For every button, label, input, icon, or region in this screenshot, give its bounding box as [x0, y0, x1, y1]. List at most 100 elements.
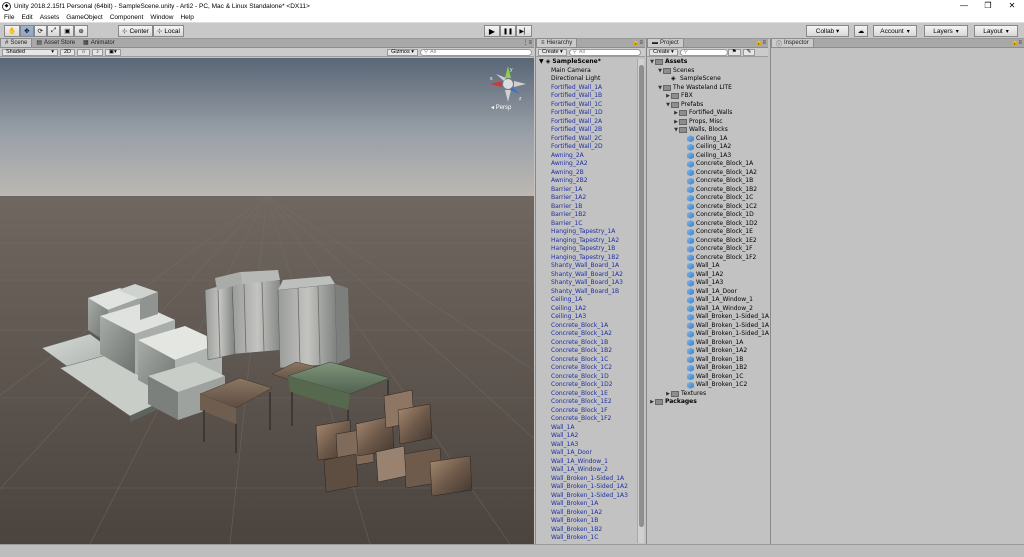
- tab-asset-store[interactable]: ▤ Asset Store: [32, 38, 79, 47]
- project-prefab-item[interactable]: Concrete_Block_1E: [647, 228, 769, 237]
- project-folder-item[interactable]: ▼ Walls, Blocks: [647, 126, 769, 135]
- hierarchy-prefab-item[interactable]: Ceiling_1A2: [536, 305, 636, 314]
- transform-tool-icon[interactable]: ⊕: [74, 25, 88, 37]
- hierarchy-prefab-item[interactable]: Concrete_Block_1E: [536, 390, 636, 399]
- menu-assets[interactable]: Assets: [40, 14, 60, 21]
- tab-project[interactable]: ▬ Project: [647, 38, 684, 47]
- hierarchy-prefab-item[interactable]: Concrete_Block_1F: [536, 407, 636, 416]
- gizmos-dropdown[interactable]: Gizmos ▾: [387, 48, 418, 56]
- filter-label-icon[interactable]: ✎: [742, 48, 756, 56]
- effects-dropdown-icon[interactable]: ▣▾: [104, 48, 121, 56]
- scene-root-item[interactable]: ▼ ◈ SampleScene*: [536, 58, 636, 67]
- hierarchy-item[interactable]: Directional Light: [536, 75, 636, 84]
- menu-file[interactable]: File: [4, 14, 14, 21]
- project-prefab-item[interactable]: Concrete_Block_1B: [647, 177, 769, 186]
- hierarchy-prefab-item[interactable]: Wall_1A_Window_1: [536, 458, 636, 467]
- maximize-button[interactable]: ❒: [976, 0, 1000, 12]
- project-folder-item[interactable]: ▶ Props, Misc: [647, 118, 769, 127]
- hierarchy-prefab-item[interactable]: Concrete_Block_1D2: [536, 381, 636, 390]
- hierarchy-prefab-item[interactable]: Barrier_1B: [536, 203, 636, 212]
- hierarchy-prefab-item[interactable]: Shanty_Wall_Board_1A: [536, 262, 636, 271]
- pause-button[interactable]: ❚❚: [500, 25, 516, 37]
- hierarchy-prefab-item[interactable]: Fortified_Wall_2C: [536, 135, 636, 144]
- project-search-input[interactable]: ⚲: [679, 48, 728, 56]
- project-prefab-item[interactable]: Wall_1A_Window_1: [647, 296, 769, 305]
- project-create-button[interactable]: Create ▾: [649, 48, 678, 56]
- hierarchy-prefab-item[interactable]: Awning_2B: [536, 169, 636, 178]
- account-dropdown[interactable]: Account: [873, 25, 917, 37]
- project-prefab-item[interactable]: Wall_Broken_1A2: [647, 347, 769, 356]
- project-prefab-item[interactable]: Wall_Broken_1C: [647, 373, 769, 382]
- project-prefab-item[interactable]: Wall_1A3: [647, 279, 769, 288]
- hierarchy-prefab-item[interactable]: Wall_1A3: [536, 441, 636, 450]
- hand-tool-icon[interactable]: ✋: [4, 25, 21, 37]
- hierarchy-prefab-item[interactable]: Awning_2A2: [536, 160, 636, 169]
- tab-inspector[interactable]: ⓘ Inspector: [771, 38, 814, 48]
- menu-component[interactable]: Component: [110, 14, 144, 21]
- project-scene-item[interactable]: ◈ SampleScene: [647, 75, 769, 84]
- hierarchy-prefab-item[interactable]: Wall_Broken_1A2: [536, 509, 636, 518]
- scene-search-input[interactable]: ⚲ All: [420, 48, 532, 56]
- hierarchy-prefab-item[interactable]: Shanty_Wall_Board_1B: [536, 288, 636, 297]
- hierarchy-prefab-item[interactable]: Concrete_Block_1B: [536, 339, 636, 348]
- project-folder-item[interactable]: ▶ FBX: [647, 92, 769, 101]
- close-button[interactable]: ✕: [1000, 0, 1024, 12]
- shading-dropdown[interactable]: Shaded ▾: [2, 48, 58, 56]
- hierarchy-prefab-item[interactable]: Hanging_Tapestry_1A2: [536, 237, 636, 246]
- filter-type-icon[interactable]: ⚑: [727, 48, 741, 56]
- project-prefab-item[interactable]: Concrete_Block_1F2: [647, 254, 769, 263]
- project-prefab-item[interactable]: Concrete_Block_1D2: [647, 220, 769, 229]
- menu-help[interactable]: Help: [180, 14, 193, 21]
- hierarchy-prefab-item[interactable]: Hanging_Tapestry_1A: [536, 228, 636, 237]
- rect-tool-icon[interactable]: ▣: [60, 25, 75, 37]
- hierarchy-prefab-item[interactable]: Hanging_Tapestry_1B: [536, 245, 636, 254]
- step-button[interactable]: ▶▏: [516, 25, 532, 37]
- hierarchy-prefab-item[interactable]: Barrier_1A: [536, 186, 636, 195]
- project-prefab-item[interactable]: Ceiling_1A2: [647, 143, 769, 152]
- project-folder-item[interactable]: ▼ The Wasteland LITE: [647, 84, 769, 93]
- hierarchy-prefab-item[interactable]: Concrete_Block_1D: [536, 373, 636, 382]
- hierarchy-prefab-item[interactable]: Fortified_Wall_1B: [536, 92, 636, 101]
- hierarchy-prefab-item[interactable]: Wall_1A2: [536, 432, 636, 441]
- project-prefab-item[interactable]: Wall_Broken_1B: [647, 356, 769, 365]
- pivot-local-button[interactable]: ⊹ Local: [152, 25, 184, 37]
- tab-animator[interactable]: ▦ Animator: [79, 38, 119, 47]
- hierarchy-prefab-item[interactable]: Hanging_Tapestry_1B2: [536, 254, 636, 263]
- hierarchy-lock-icon[interactable]: 🔒≡: [632, 39, 643, 48]
- hierarchy-prefab-item[interactable]: Wall_Broken_1-Sided_1A3: [536, 492, 636, 501]
- hierarchy-prefab-item[interactable]: Wall_Broken_1C: [536, 534, 636, 543]
- tab-hierarchy[interactable]: ≡ Hierarchy: [536, 38, 578, 47]
- minimize-button[interactable]: —: [952, 0, 976, 12]
- hierarchy-search-input[interactable]: ⚲ All: [568, 48, 641, 56]
- hierarchy-prefab-item[interactable]: Wall_Broken_1A: [536, 500, 636, 509]
- project-prefab-item[interactable]: Wall_1A_Door: [647, 288, 769, 297]
- hierarchy-scrollbar[interactable]: [637, 59, 644, 543]
- cloud-icon[interactable]: ☁: [854, 25, 868, 37]
- camera-mode-label[interactable]: ◂ Persp: [491, 104, 511, 111]
- hierarchy-prefab-item[interactable]: Fortified_Wall_1A: [536, 84, 636, 93]
- hierarchy-prefab-item[interactable]: Wall_Broken_1-Sided_1A2: [536, 483, 636, 492]
- project-folder-item[interactable]: ▶ Textures: [647, 390, 769, 399]
- hierarchy-prefab-item[interactable]: Fortified_Wall_1D: [536, 109, 636, 118]
- project-folder-item[interactable]: ▼ Assets: [647, 58, 769, 67]
- project-prefab-item[interactable]: Wall_Broken_1-Sided_1A: [647, 322, 769, 331]
- project-prefab-item[interactable]: Wall_Broken_1C2: [647, 381, 769, 390]
- project-prefab-item[interactable]: Concrete_Block_1F: [647, 245, 769, 254]
- scene-viewport[interactable]: y x z ◂ Persp: [0, 58, 534, 544]
- hierarchy-prefab-item[interactable]: Concrete_Block_1C2: [536, 364, 636, 373]
- hierarchy-prefab-item[interactable]: Fortified_Wall_2B: [536, 126, 636, 135]
- hierarchy-prefab-item[interactable]: Barrier_1A2: [536, 194, 636, 203]
- hierarchy-prefab-item[interactable]: Shanty_Wall_Board_1A2: [536, 271, 636, 280]
- menu-window[interactable]: Window: [150, 14, 173, 21]
- project-prefab-item[interactable]: Concrete_Block_1B2: [647, 186, 769, 195]
- project-prefab-item[interactable]: Concrete_Block_1D: [647, 211, 769, 220]
- hierarchy-prefab-item[interactable]: Fortified_Wall_1C: [536, 101, 636, 110]
- lighting-toggle-icon[interactable]: ☼: [77, 48, 91, 56]
- project-prefab-item[interactable]: Concrete_Block_1C: [647, 194, 769, 203]
- tab-scene[interactable]: # Scene: [0, 38, 33, 47]
- hierarchy-prefab-item[interactable]: Fortified_Wall_2A: [536, 118, 636, 127]
- project-folder-item[interactable]: ▼ Scenes: [647, 67, 769, 76]
- project-folder-item[interactable]: ▶ Packages: [647, 398, 769, 407]
- project-prefab-item[interactable]: Wall_1A: [647, 262, 769, 271]
- project-prefab-item[interactable]: Wall_1A2: [647, 271, 769, 280]
